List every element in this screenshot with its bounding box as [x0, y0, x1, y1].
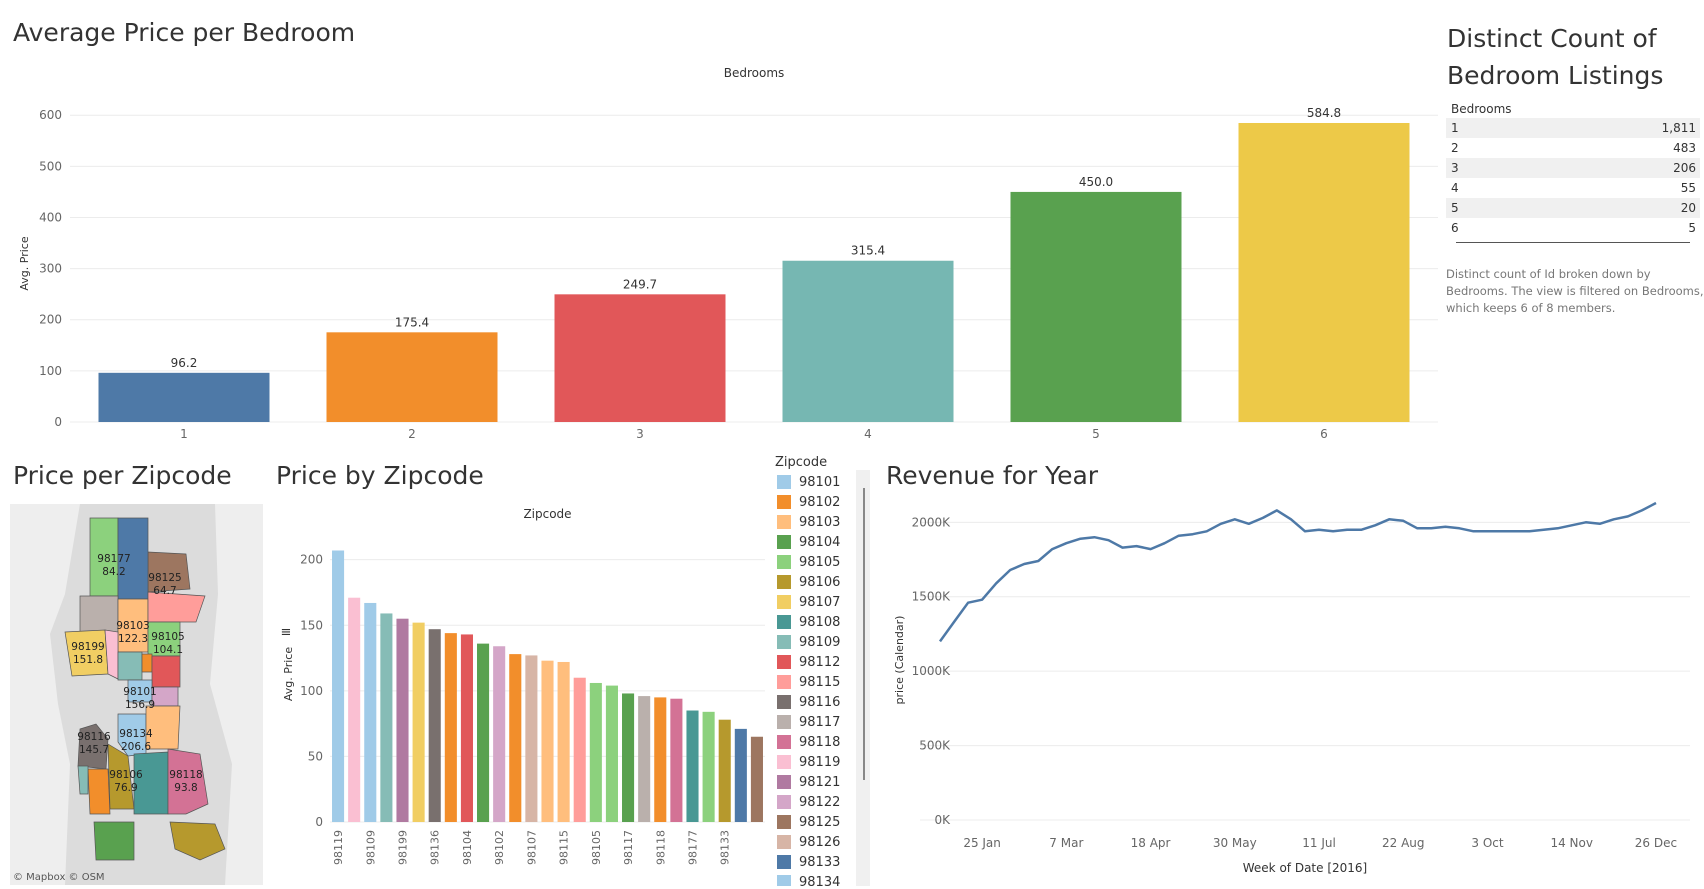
revenue-line [938, 501, 1657, 643]
y-tick-label: 500K [919, 739, 951, 753]
y-tick-label: 2000K [912, 515, 952, 529]
x-tick-label: 3 Oct [1471, 836, 1503, 850]
x-tick-label: 14 Nov [1550, 836, 1593, 850]
x-tick-label: 25 Jan [963, 836, 1001, 850]
revenue-for-year-chart: Week of Date [2016] price (Calendar) 0K 500… [893, 501, 1690, 875]
x-tick-label: 30 May [1213, 836, 1257, 850]
x-tick-label: 26 Dec [1635, 836, 1677, 850]
x-axis-title: Week of Date [2016] [1243, 861, 1367, 875]
x-tick-label: 7 Mar [1049, 836, 1083, 850]
y-tick-label: 1500K [912, 590, 952, 604]
y-tick-label: 1000K [912, 664, 952, 678]
x-tick-label: 22 Aug [1382, 836, 1425, 850]
x-tick-label: 11 Jul [1302, 836, 1336, 850]
x-tick-label: 18 Apr [1131, 836, 1171, 850]
y-axis-title: price (Calendar) [893, 616, 906, 705]
y-tick-label: 0K [934, 813, 951, 827]
